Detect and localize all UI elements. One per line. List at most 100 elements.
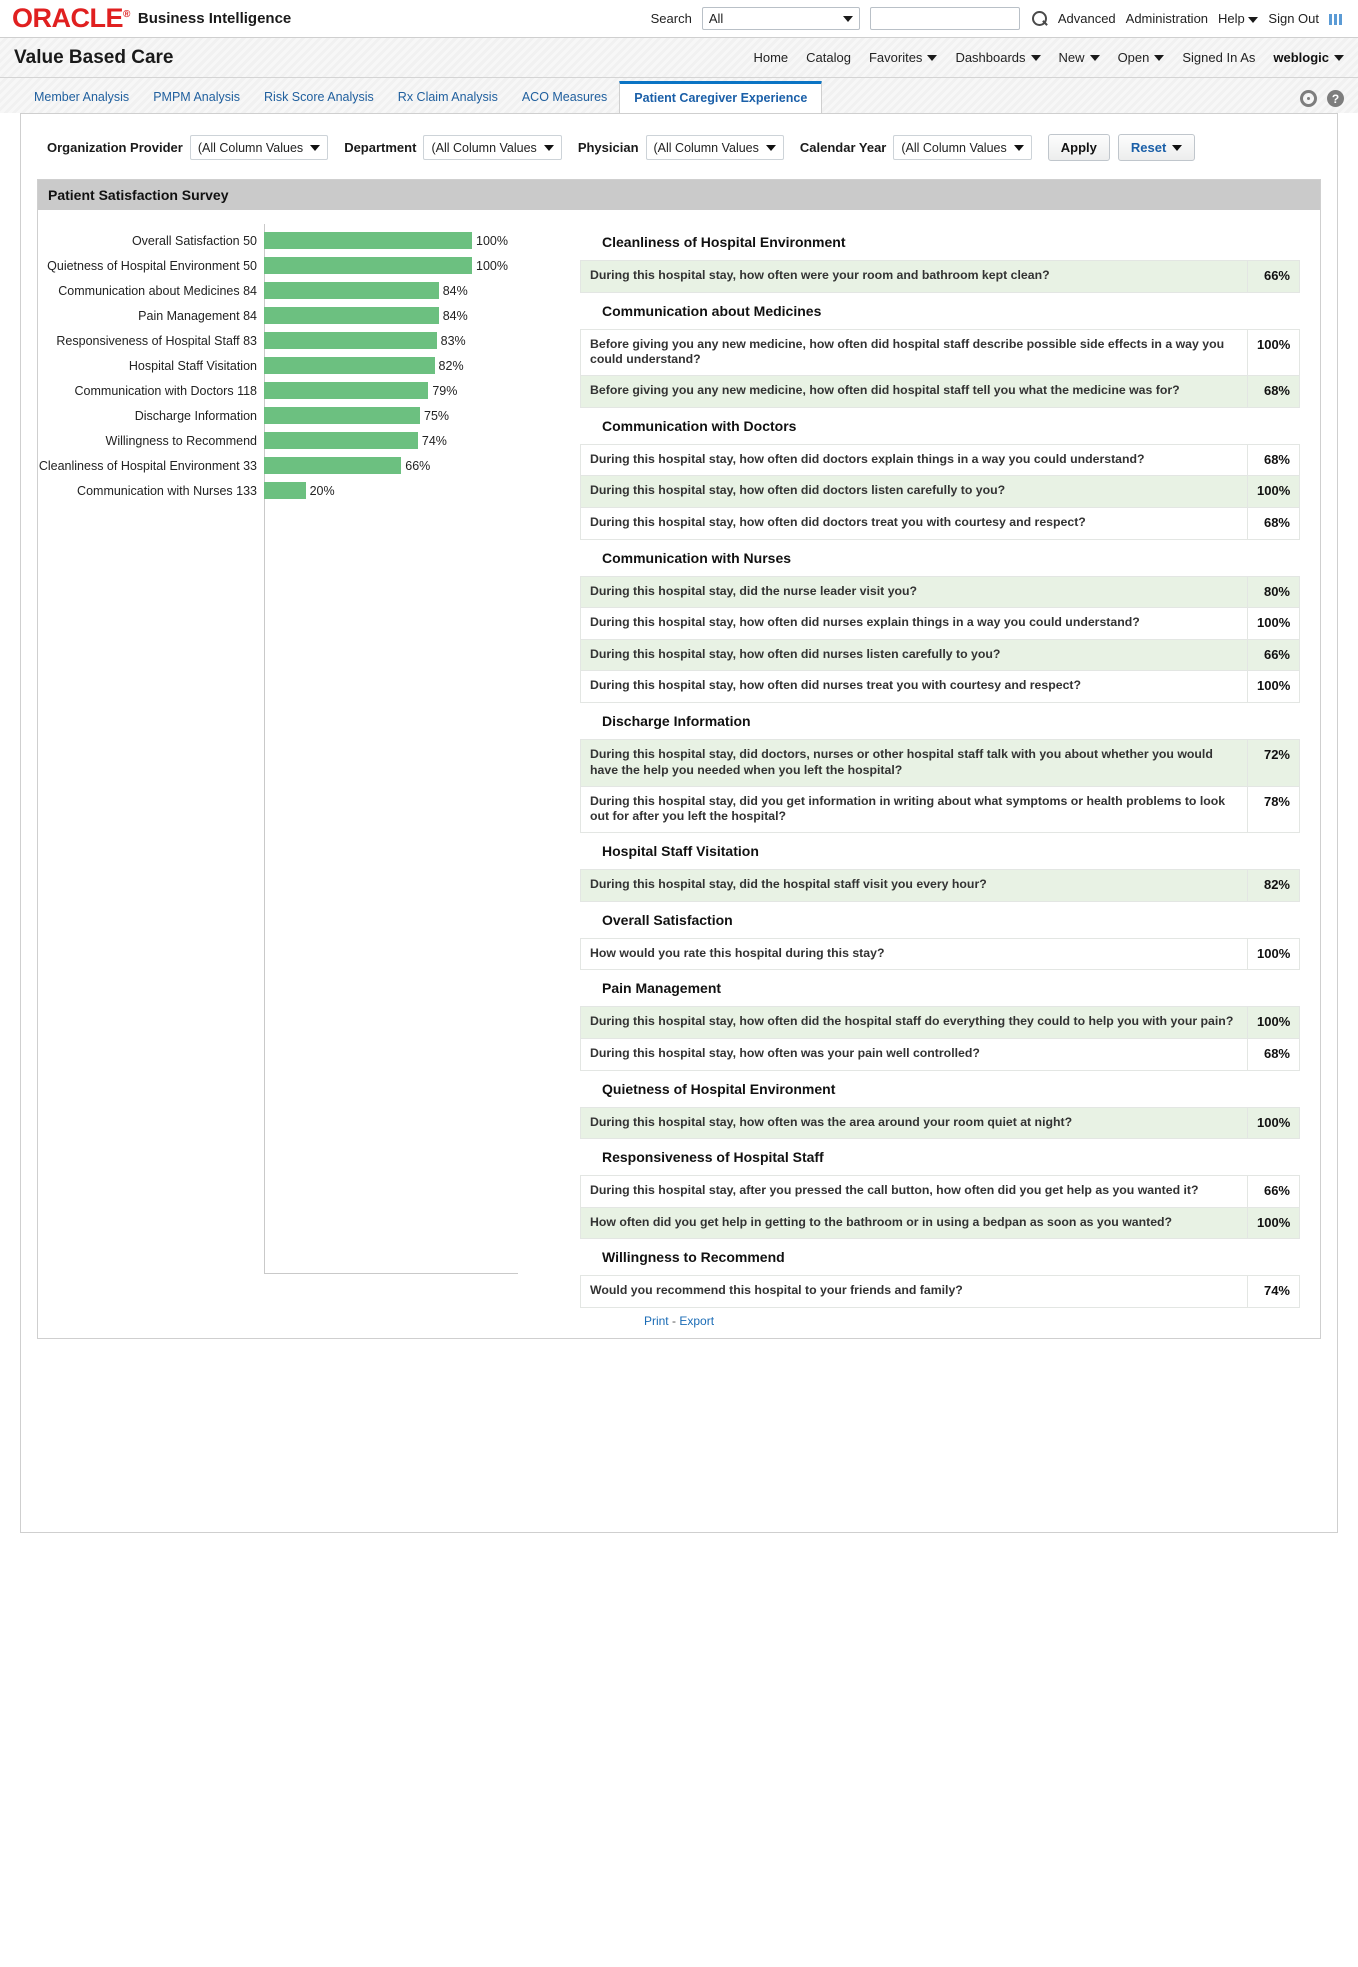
table-row: During this hospital stay, how often was… [580,1037,1300,1071]
apply-button[interactable]: Apply [1047,134,1110,161]
survey-question-value: 68% [1247,506,1300,540]
survey-question-text: During this hospital stay, did you get i… [580,785,1248,834]
survey-group-title: Communication with Doctors [602,417,797,434]
chart-bar[interactable] [264,332,437,349]
filter-select-calendar-year[interactable]: (All Column Values [893,135,1032,160]
chart-bar-row: Responsiveness of Hospital Staff 83 83% [38,328,560,353]
survey-group: Discharge Information During this hospita… [580,703,1300,834]
survey-group-title: Pain Management [602,980,722,997]
chart-x-axis [264,1273,518,1275]
chevron-down-icon [1172,144,1183,151]
app-grid-icon[interactable] [1329,12,1346,25]
table-row: During this hospital stay, how often did… [580,443,1300,477]
chart-bar-track: 84% [264,303,560,328]
nav-dashboards[interactable]: Dashboards [955,50,1041,65]
chart-bar-label: Responsiveness of Hospital Staff 83 [56,333,257,348]
gear-icon[interactable] [1300,90,1317,107]
chart-bar-row: Cleanliness of Hospital Environment 33 66… [38,453,560,478]
nav-catalog[interactable]: Catalog [806,50,851,65]
survey-question-text: During this hospital stay, did the hospi… [580,869,1248,902]
chart-bar-value: 75% [424,408,450,423]
survey-question-value: 100% [1247,1206,1300,1240]
search-scope-select[interactable]: All [701,7,860,30]
chart-bar[interactable] [264,382,429,399]
chart-bar[interactable] [264,482,306,499]
export-link[interactable]: Export [679,1314,714,1328]
chart-bar[interactable] [264,432,418,449]
survey-question-value: 100% [1247,328,1300,377]
tab-risk-score-analysis[interactable]: Risk Score Analysis [252,90,386,113]
survey-question-value: 100% [1247,1106,1300,1140]
filter-value-organization-provider: (All Column Values [197,140,304,155]
chart-bar[interactable] [264,407,420,424]
survey-question-value: 100% [1247,475,1300,508]
survey-question-value: 66% [1247,1175,1300,1208]
survey-question-value: 100% [1247,670,1300,704]
survey-question-value: 100% [1247,1006,1300,1039]
survey-question-table: During this hospital stay, did doctors, … [580,739,1300,834]
report-body: Overall Satisfaction 50 100% Quietness of … [38,210,1320,1309]
table-row: During this hospital stay, how often did… [580,506,1300,540]
chart-bar-label: Communication with Nurses 133 [77,483,257,498]
search-icon[interactable] [1030,10,1048,28]
chart-bar-label: Cleanliness of Hospital Environment 33 [38,458,257,473]
help-menu[interactable]: Help [1218,11,1259,26]
administration-link[interactable]: Administration [1126,11,1208,26]
tab-member-analysis[interactable]: Member Analysis [22,90,141,113]
tab-aco-measures[interactable]: ACO Measures [510,90,619,113]
survey-question-value: 66% [1247,260,1300,293]
print-link[interactable]: Print [644,1314,669,1328]
filter-select-physician[interactable]: (All Column Values [645,135,784,160]
chart-bar-track: 74% [264,428,560,453]
survey-group: Communication with Doctors During this ho… [580,408,1300,540]
survey-question-table: During this hospital stay, how often did… [580,1006,1300,1071]
nav-new[interactable]: New [1059,50,1100,65]
chart-bar-row: Willingness to Recommend 74% [38,428,560,453]
nav-home[interactable]: Home [753,50,788,65]
chart-bar[interactable] [264,457,402,474]
survey-question-value: 80% [1247,575,1300,609]
survey-group: Hospital Staff Visitation During this hos… [580,833,1300,902]
satisfaction-bar-chart: Overall Satisfaction 50 100% Quietness of … [38,210,560,1308]
nav-home-label: Home [753,50,789,65]
chart-bar[interactable] [264,307,439,324]
advanced-link[interactable]: Advanced [1058,11,1116,26]
survey-group-title: Cleanliness of Hospital Environment [602,234,846,250]
user-name: weblogic [1273,50,1329,65]
filter-select-department[interactable]: (All Column Values [423,135,562,160]
help-icon[interactable]: ? [1327,90,1344,107]
search-input[interactable] [869,7,1020,30]
chart-bar-label: Overall Satisfaction 50 [131,233,257,248]
survey-question-value: 74% [1247,1275,1300,1309]
tab-strip: Member Analysis PMPM Analysis Risk Score… [0,78,1358,114]
user-menu[interactable]: weblogic [1273,50,1344,65]
filter-select-organization-provider[interactable]: (All Column Values [189,135,329,160]
survey-question-value: 100% [1247,607,1300,640]
table-row: During this hospital stay, how often did… [580,475,1300,508]
nav-open[interactable]: Open [1118,50,1165,65]
chart-bar[interactable] [264,357,435,374]
chart-bar[interactable] [264,232,472,249]
reset-button[interactable]: Reset [1117,134,1196,161]
nav-favorites[interactable]: Favorites [869,50,938,65]
chart-bar-row: Quietness of Hospital Environment 50 100% [38,253,560,278]
survey-group: Overall Satisfaction How would you rate t… [580,902,1300,971]
chart-bar-row: Hospital Staff Visitation 82% [38,353,560,378]
chart-bar-value: 84% [442,308,468,323]
chart-bar[interactable] [264,282,439,299]
search-scope-value: All [708,11,724,26]
tab-patient-caregiver-experience[interactable]: Patient Caregiver Experience [619,81,823,114]
sign-out-link[interactable]: Sign Out [1268,11,1319,26]
chart-bar-track: 84% [264,278,560,303]
survey-question-text: How would you rate this hospital during … [580,937,1248,971]
tab-pmpm-analysis[interactable]: PMPM Analysis [141,90,252,113]
chart-bar-track: 75% [264,403,560,428]
table-row: Would you recommend this hospital to you… [580,1275,1300,1309]
survey-question-value: 100% [1247,937,1300,971]
table-row: During this hospital stay, how often did… [580,670,1300,704]
survey-group: Willingness to Recommend Would you recomm… [580,1239,1300,1309]
tab-rx-claim-analysis[interactable]: Rx Claim Analysis [386,90,510,113]
chart-bar-track: 82% [264,353,560,378]
chart-bar[interactable] [264,257,472,274]
survey-group: Communication about Medicines Before givi… [580,293,1300,408]
